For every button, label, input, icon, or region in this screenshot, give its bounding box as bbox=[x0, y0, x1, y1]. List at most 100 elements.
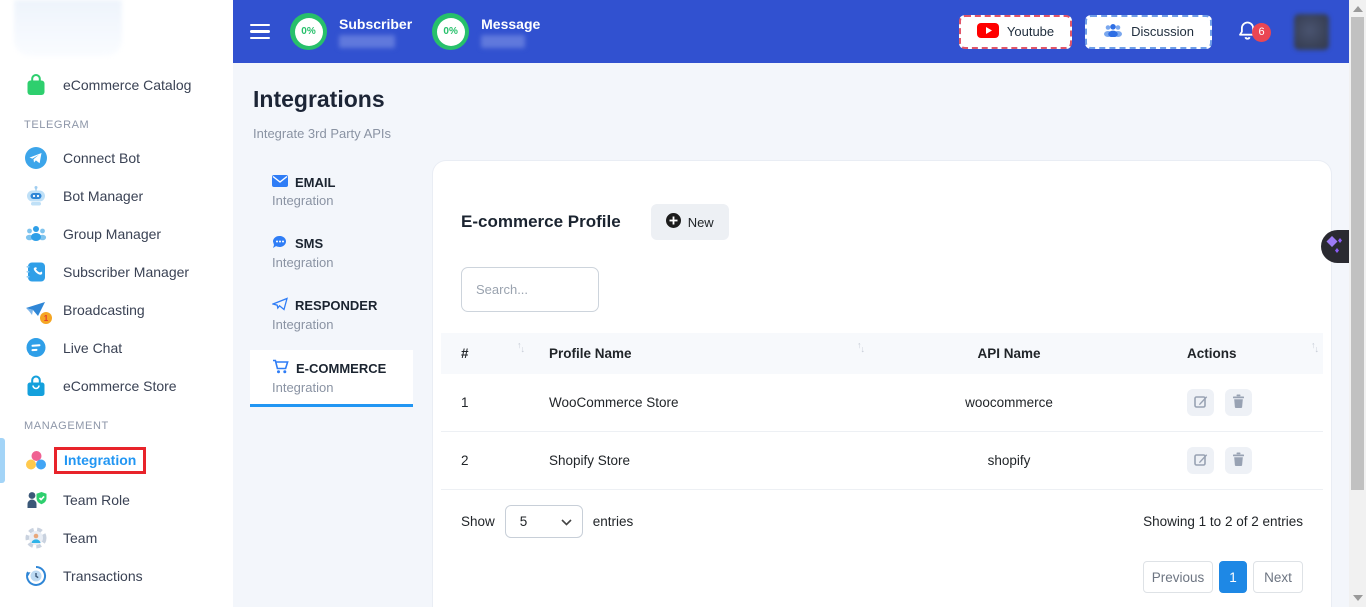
sidebar-section-management: MANAGEMENT bbox=[0, 405, 233, 440]
trash-icon bbox=[1232, 394, 1245, 411]
scrollbar-up-arrow-icon[interactable] bbox=[1353, 6, 1363, 12]
column-header-actions[interactable]: Actions ↑↓ bbox=[1149, 333, 1323, 374]
sort-arrows-icon: ↑↓ bbox=[517, 342, 525, 352]
sidebar-item-bot-manager[interactable]: Bot Manager bbox=[0, 177, 233, 215]
youtube-button[interactable]: Youtube bbox=[959, 15, 1072, 49]
telegram-icon bbox=[24, 146, 48, 170]
pagination-page-1-button[interactable]: 1 bbox=[1219, 561, 1247, 593]
sort-arrows-icon: ↑↓ bbox=[857, 342, 865, 352]
sidebar-item-label: Subscriber Manager bbox=[63, 264, 189, 280]
tab-ecommerce-integration[interactable]: E-COMMERCE Integration bbox=[250, 350, 413, 407]
entries-select-value: 5 bbox=[520, 514, 528, 529]
sidebar-item-ecommerce-catalog[interactable]: eCommerce Catalog bbox=[0, 66, 233, 104]
message-count-blurred bbox=[481, 35, 525, 48]
discussion-button[interactable]: Discussion bbox=[1085, 15, 1212, 49]
api-name-cell: shopify bbox=[869, 432, 1149, 490]
scrollbar-down-arrow-icon[interactable] bbox=[1353, 595, 1363, 601]
edit-pencil-icon bbox=[1194, 452, 1208, 469]
delete-button[interactable] bbox=[1225, 447, 1252, 474]
row-number: 1 bbox=[441, 374, 529, 432]
profile-name-cell: WooCommerce Store bbox=[529, 374, 869, 432]
subscriber-label: Subscriber bbox=[339, 16, 412, 32]
panel-title: E-commerce Profile bbox=[461, 212, 621, 232]
profiles-table: # ↑↓ Profile Name ↑↓ API Name Actions ↑↓ bbox=[441, 333, 1323, 490]
sidebar-item-ecommerce-store[interactable]: eCommerce Store bbox=[0, 367, 233, 405]
search-input[interactable] bbox=[461, 267, 599, 312]
tab-subtitle: Integration bbox=[272, 380, 413, 395]
new-button-label: New bbox=[688, 215, 714, 230]
sidebar-item-label: Group Manager bbox=[63, 226, 161, 242]
user-avatar[interactable] bbox=[1294, 14, 1329, 50]
scrollbar-thumb[interactable] bbox=[1351, 17, 1364, 490]
ecommerce-profile-card: E-commerce Profile New # ↑↓ Profile Name bbox=[432, 160, 1332, 607]
tab-email-integration[interactable]: EMAIL Integration bbox=[250, 166, 413, 217]
shopping-bag-icon bbox=[24, 73, 48, 97]
sidebar-item-label: Bot Manager bbox=[63, 188, 143, 204]
tab-subtitle: Integration bbox=[272, 255, 413, 270]
table-row: 1 WooCommerce Store woocommerce bbox=[441, 374, 1323, 432]
store-bag-icon bbox=[24, 374, 48, 398]
tab-subtitle: Integration bbox=[272, 317, 413, 332]
sms-bubble-icon bbox=[272, 235, 288, 252]
tab-responder-integration[interactable]: RESPONDER Integration bbox=[250, 288, 413, 341]
app-logo-blurred bbox=[14, 0, 122, 56]
sidebar-item-subscriber-manager[interactable]: Subscriber Manager bbox=[0, 253, 233, 291]
message-label: Message bbox=[481, 16, 540, 32]
pagination: Previous 1 Next bbox=[433, 561, 1303, 593]
notifications-bell[interactable]: 6 bbox=[1236, 19, 1262, 45]
sidebar-item-label: Transactions bbox=[63, 568, 143, 584]
page-subtitle: Integrate 3rd Party APIs bbox=[253, 126, 391, 141]
tab-title: SMS bbox=[295, 236, 323, 251]
sidebar-item-transactions[interactable]: Transactions bbox=[0, 557, 233, 595]
vertical-scrollbar bbox=[1349, 0, 1366, 607]
ai-assistant-fab[interactable] bbox=[1321, 230, 1349, 263]
sidebar-item-label: eCommerce Store bbox=[63, 378, 177, 394]
tab-title: RESPONDER bbox=[295, 298, 377, 313]
notification-count-badge: 6 bbox=[1252, 23, 1271, 42]
delete-button[interactable] bbox=[1225, 389, 1252, 416]
tab-sms-integration[interactable]: SMS Integration bbox=[250, 226, 413, 279]
sidebar-item-group-manager[interactable]: Group Manager bbox=[0, 215, 233, 253]
message-progress-ring: 0% bbox=[432, 13, 469, 50]
tab-title: EMAIL bbox=[295, 175, 335, 190]
sidebar-item-team[interactable]: Team bbox=[0, 519, 233, 557]
broadcasting-count-badge: 1 bbox=[40, 312, 52, 324]
chevron-down-icon bbox=[561, 514, 572, 529]
sidebar-item-connect-bot[interactable]: Connect Bot bbox=[0, 139, 233, 177]
paper-plane-icon: 1 bbox=[24, 298, 48, 322]
sidebar-item-live-chat[interactable]: Live Chat bbox=[0, 329, 233, 367]
group-icon bbox=[24, 222, 48, 246]
integration-subnav: EMAIL Integration SMS Integration RESPON… bbox=[250, 166, 413, 416]
edit-button[interactable] bbox=[1187, 389, 1214, 416]
subscriber-count-blurred bbox=[339, 35, 395, 48]
subscriber-progress-percent: 0% bbox=[295, 18, 323, 46]
chat-bubble-icon bbox=[24, 336, 48, 360]
api-name-cell: woocommerce bbox=[869, 374, 1149, 432]
gear-person-icon bbox=[24, 526, 48, 550]
new-profile-button[interactable]: New bbox=[651, 204, 729, 240]
entries-per-page-select[interactable]: 5 bbox=[505, 505, 583, 538]
message-progress-widget: 0% Message bbox=[432, 13, 540, 50]
sidebar-item-integration[interactable]: Integration bbox=[0, 440, 233, 481]
column-header-number[interactable]: # ↑↓ bbox=[441, 333, 529, 374]
sidebar-item-team-role[interactable]: Team Role bbox=[0, 481, 233, 519]
pagination-next-button[interactable]: Next bbox=[1253, 561, 1303, 593]
sidebar-item-label: Team bbox=[63, 530, 97, 546]
sidebar-item-label: eCommerce Catalog bbox=[63, 77, 191, 93]
column-header-profile-name[interactable]: Profile Name ↑↓ bbox=[529, 333, 869, 374]
sidebar: eCommerce Catalog TELEGRAM Connect Bot B… bbox=[0, 0, 233, 607]
tab-subtitle: Integration bbox=[272, 193, 413, 208]
pagination-previous-button[interactable]: Previous bbox=[1143, 561, 1213, 593]
page-title: Integrations bbox=[253, 86, 385, 113]
subscriber-progress-ring: 0% bbox=[290, 13, 327, 50]
hamburger-menu-icon[interactable] bbox=[250, 20, 270, 44]
show-label: Show bbox=[461, 514, 495, 529]
sidebar-section-telegram: TELEGRAM bbox=[0, 104, 233, 139]
sidebar-item-label: Connect Bot bbox=[63, 150, 140, 166]
edit-button[interactable] bbox=[1187, 447, 1214, 474]
robot-icon bbox=[24, 184, 48, 208]
row-number: 2 bbox=[441, 432, 529, 490]
sidebar-item-broadcasting[interactable]: 1 Broadcasting bbox=[0, 291, 233, 329]
envelope-icon bbox=[272, 175, 288, 190]
column-header-api-name[interactable]: API Name bbox=[869, 333, 1149, 374]
